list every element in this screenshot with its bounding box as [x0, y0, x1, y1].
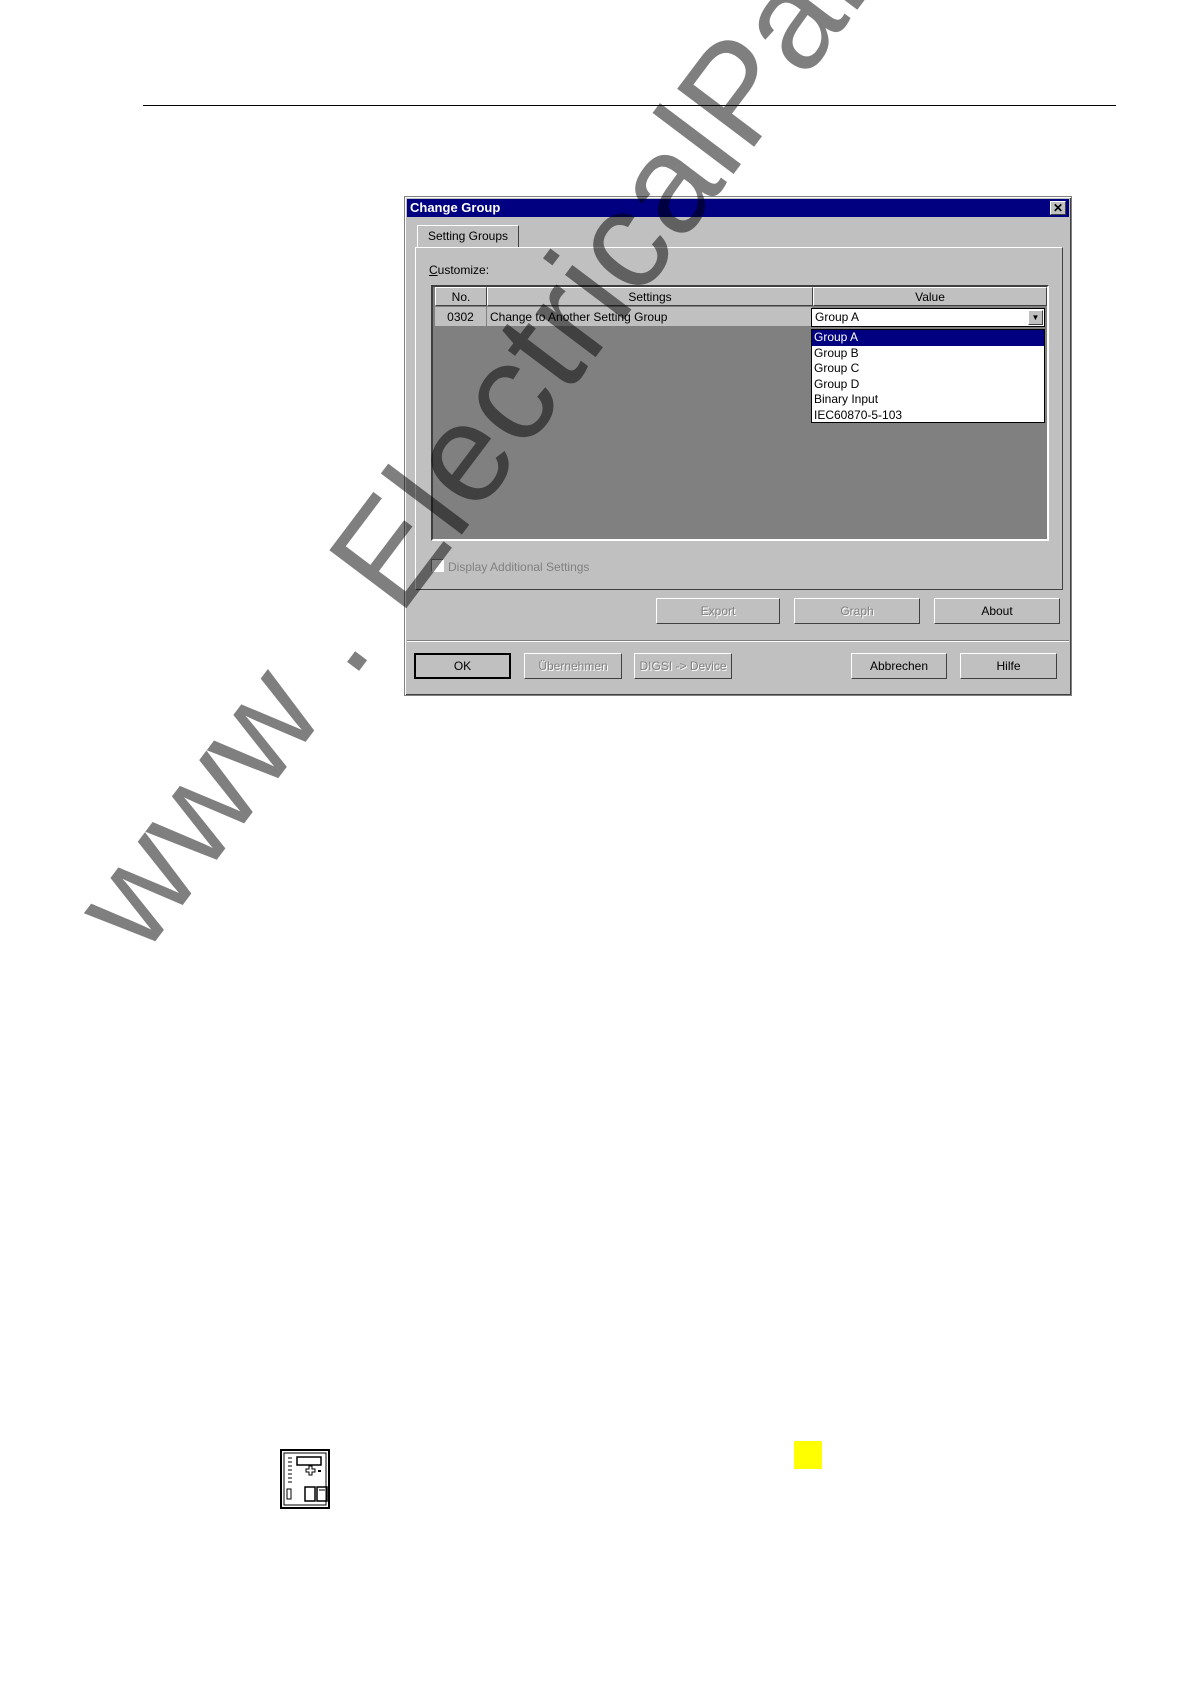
display-additional-settings-checkbox[interactable]	[431, 559, 444, 572]
column-header-no[interactable]: No.	[435, 287, 487, 306]
ok-button[interactable]: OK	[414, 653, 511, 679]
button-separator	[407, 640, 1069, 642]
display-additional-settings[interactable]: Display Additional Settings	[431, 559, 589, 574]
value-combobox[interactable]: Group A ▼	[811, 308, 1045, 327]
dialog-title: Change Group	[410, 200, 501, 215]
page-header-rule	[143, 105, 1116, 106]
row-no: 0302	[435, 307, 487, 327]
display-additional-settings-label: Display Additional Settings	[448, 560, 590, 574]
dropdown-option-group-c[interactable]: Group C	[812, 361, 1044, 377]
device-front-panel-icon	[280, 1449, 330, 1509]
cancel-button[interactable]: Abbrechen	[851, 653, 947, 679]
close-icon[interactable]: ✕	[1050, 201, 1066, 215]
grid-header: No. Settings Value	[435, 287, 1047, 307]
about-button[interactable]: About	[934, 598, 1060, 624]
dropdown-option-group-d[interactable]: Group D	[812, 377, 1044, 393]
dropdown-option-binary-input[interactable]: Binary Input	[812, 392, 1044, 408]
column-header-value[interactable]: Value	[813, 287, 1047, 306]
graph-button[interactable]: Graph	[794, 598, 920, 624]
row-setting: Change to Another Setting Group	[487, 307, 813, 327]
value-dropdown-list: Group A Group B Group C Group D Binary I…	[811, 329, 1045, 423]
dropdown-option-group-a[interactable]: Group A	[812, 330, 1044, 346]
dropdown-option-group-b[interactable]: Group B	[812, 346, 1044, 362]
help-button[interactable]: Hilfe	[960, 653, 1057, 679]
digsi-to-device-button[interactable]: DIGSI -> Device	[634, 653, 732, 679]
export-button[interactable]: Export	[656, 598, 780, 624]
dialog-titlebar: Change Group ✕	[407, 199, 1069, 217]
apply-button[interactable]: Übernehmen	[524, 653, 622, 679]
dropdown-option-iec60870[interactable]: IEC60870-5-103	[812, 408, 1044, 424]
highlight-marker	[794, 1441, 822, 1469]
tab-setting-groups[interactable]: Setting Groups	[417, 225, 519, 247]
change-group-dialog: Change Group ✕ Setting Groups Customize:…	[404, 196, 1072, 696]
settings-grid: No. Settings Value 0302 Change to Anothe…	[431, 285, 1049, 541]
column-header-settings[interactable]: Settings	[487, 287, 813, 306]
customize-label: Customize:	[429, 263, 490, 277]
combo-value: Group A	[815, 310, 860, 324]
dropdown-arrow-icon[interactable]: ▼	[1028, 310, 1043, 325]
